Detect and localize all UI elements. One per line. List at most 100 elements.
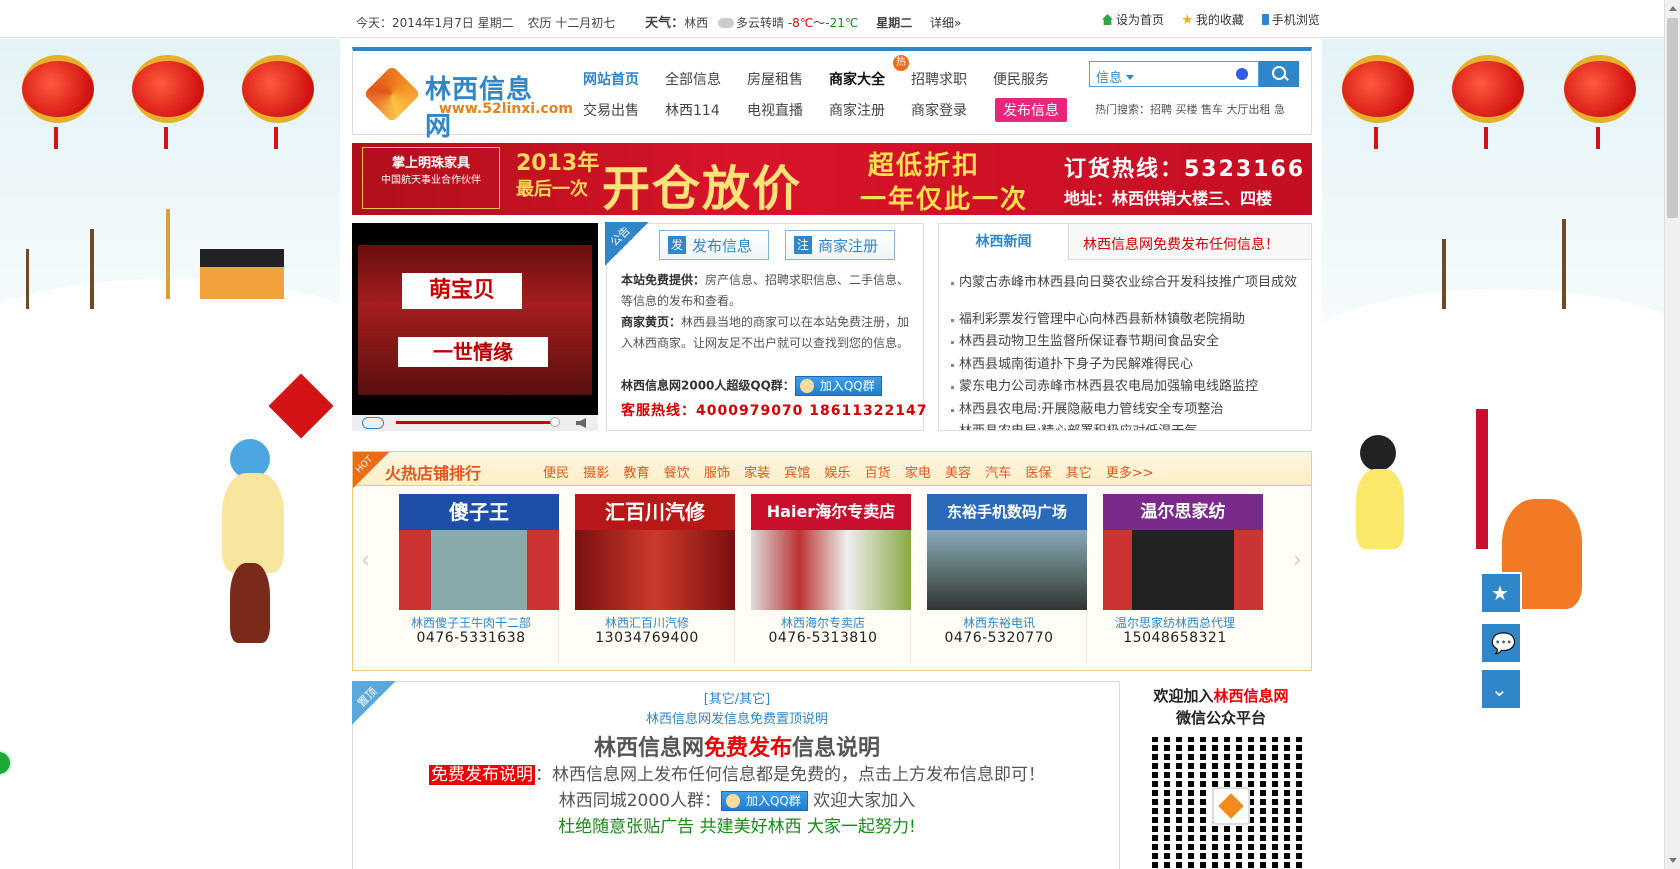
scroll-thumb[interactable] [1667,18,1678,218]
hot-shops-header: HOT 火热店铺排行 便民 摄影 教育 餐饮 服饰 家装 宾馆 娱乐 百货 家电 美容 汽车 医保 其它更… [353,452,1311,488]
category-link[interactable]: 宾馆 [784,466,810,481]
shop-photo: 温尔思家纺 [1103,494,1263,610]
qr-logo-icon [1212,787,1250,825]
publish-button[interactable]: 发布信息 [995,98,1067,122]
nav-all-info[interactable]: 全部信息 [665,69,721,89]
category-link[interactable]: 便民 [543,466,569,481]
mobile-link[interactable]: 手机浏览 [1261,13,1320,27]
site-header: 林西信息网 www.52linxi.com 网站首页 全部信息 房屋租售 商家大… [352,47,1312,142]
chevron-left-icon[interactable]: ‹ [361,548,375,578]
scroll-down-arrow-icon[interactable] [1669,858,1677,863]
news-item[interactable]: 蒙东电力公司赤峰市林西县农电局加强输电线路监控 [951,376,1311,399]
shop-name[interactable]: 林西海尔专卖店 [735,614,911,631]
shop-sign: 傻子王 [399,494,559,530]
category-link[interactable]: 百货 [865,466,891,481]
news-item[interactable]: 林西县动物卫生监督所保证春节期间食品安全 [951,331,1311,354]
category-link[interactable]: 其它 [1066,466,1092,481]
category-link[interactable]: 服饰 [704,466,730,481]
chat-bubble-icon: 💬 [1491,631,1516,655]
nav-services[interactable]: 便民服务 [993,69,1049,89]
notice-tag: 公告 [605,222,649,266]
shop-name[interactable]: 林西傻子王牛肉干二部 [383,614,559,631]
notice-yellowpages: 商家黄页：林西县当地的商家可以在本站免费注册，加入林西商家。让网友足不出户就可以… [621,312,915,354]
shop-card[interactable]: 傻子王 林西傻子王牛肉干二部 0476-5331638 [383,494,559,664]
scroll-down-button[interactable]: ⌄ [1480,668,1522,710]
search-button[interactable] [1259,61,1299,87]
nav-jobs[interactable]: 招聘求职 [911,69,967,89]
category-link[interactable]: 摄影 [583,466,609,481]
pinned-line-1: 免费发布说明 ：林西信息网上发布任何信息都是免费的，点击上方发布信息即可！ [353,760,1121,785]
set-home-link[interactable]: 设为首页 [1102,13,1164,27]
category-link[interactable]: 餐饮 [664,466,690,481]
video-player[interactable]: 萌宝贝 一世情缘 [352,223,598,431]
shop-name[interactable]: 林西东裕电讯 [911,614,1087,631]
shop-card[interactable]: 温尔思家纺 温尔思家纺林西总代理 15048658321 [1087,494,1263,664]
shop-photo: Haier海尔专卖店 [751,494,911,610]
news-item[interactable]: 福利彩票发行管理中心向林西县新林镇敬老院捐助 [951,309,1311,332]
play-button[interactable] [362,417,384,429]
nav-trade[interactable]: 交易出售 [583,100,639,120]
category-link[interactable]: 娱乐 [824,466,850,481]
shop-phone: 15048658321 [1123,630,1227,646]
shop-name[interactable]: 林西汇百川汽修 [559,614,735,631]
join-qq-button[interactable]: 加入QQ群 [794,376,882,396]
search-input[interactable]: 信息 [1089,61,1259,87]
nav-housing[interactable]: 房屋租售 [747,69,803,89]
nav-merchant-login[interactable]: 商家登录 [911,100,967,120]
message-float-button[interactable]: 💬 [1480,622,1522,664]
favorite-float-button[interactable]: ★ [1480,572,1522,614]
category-more-link[interactable]: 更多>> [1106,466,1154,481]
site-logo[interactable]: 林西信息网 www.52linxi.com [363,65,573,142]
snow-hill [0,279,380,399]
chevron-right-icon[interactable]: › [1293,548,1307,578]
nav-tv-live[interactable]: 电视直播 [747,100,803,120]
nav-merchant-register[interactable]: 商家注册 [829,100,885,120]
search-category-select[interactable]: 信息 [1096,67,1134,86]
notice-panel: 公告 发发布信息 注商家注册 本站免费提供：房产信息、招聘求职信息、二手信息、等… [605,222,926,431]
favorites-link[interactable]: 我的收藏 [1182,13,1244,27]
group-welcome: 欢迎大家加入 [807,791,916,811]
tree-icon [1442,239,1446,309]
category-link[interactable]: 汽车 [985,466,1011,481]
shop-name[interactable]: 温尔思家纺林西总代理 [1087,614,1263,631]
shop-photo: 汇百川汽修 [575,494,735,610]
news-item[interactable]: 林西县城南街道扑下身子为民解难得民心 [951,354,1311,377]
shop-card[interactable]: 汇百川汽修 林西汇百川汽修 13034769400 [559,494,735,664]
heading-post: 信息说明 [792,736,881,761]
nav-home[interactable]: 网站首页 [583,69,639,89]
tree-icon [1562,219,1566,309]
tab-linxi-news[interactable]: 林西新闻 [939,224,1069,260]
category-link[interactable]: 美容 [945,466,971,481]
category-link[interactable]: 教育 [623,466,649,481]
merchant-register-button[interactable]: 注商家注册 [785,230,895,260]
scroll-up-arrow-icon[interactable] [1669,6,1677,11]
weather-detail-link[interactable]: 详细» [930,16,961,30]
shop-sign: 温尔思家纺 [1103,494,1263,530]
progress-bar[interactable] [396,421,556,424]
nav-114[interactable]: 林西114 [665,100,720,120]
tab-free-publish[interactable]: 林西信息网免费发布任何信息！ [1083,234,1279,254]
publish-info-button[interactable]: 发发布信息 [659,230,769,260]
shop-card[interactable]: 东裕手机数码广场 林西东裕电讯 0476-5320770 [911,494,1087,664]
scrollbar[interactable] [1664,0,1680,869]
weather-city: 林西 [684,16,709,30]
join-qq-button[interactable]: 加入QQ群 [720,791,808,811]
news-item[interactable]: 林西县农电局:精心部署积极应对低温天气 [951,421,1311,430]
category-link[interactable]: 家装 [744,466,770,481]
banner-brand: 掌上明珠家具 中国航天事业合作伙伴 [362,147,500,209]
news-item[interactable]: 内蒙古赤峰市林西县向日葵农业综合开发科技推广项目成效 [951,272,1311,295]
pinned-subtitle[interactable]: 林西信息网发信息免费置顶说明 [353,708,1121,727]
category-link[interactable]: 医保 [1025,466,1051,481]
pinned-category[interactable]: [其它/其它] [353,688,1121,707]
hot-search-terms[interactable]: 招聘 买楼 售车 大厅出租 急 [1150,103,1285,116]
news-item[interactable]: 林西县农电局:开展隐蔽电力管线安全专项整治 [951,399,1311,422]
pinned-line-2: 林西同城2000人群： 加入QQ群 欢迎大家加入 [353,786,1121,811]
mobile-label: 手机浏览 [1271,13,1320,27]
nav-merchants[interactable]: 商家大全 [829,69,885,89]
merchant-register-label: 商家注册 [818,237,879,255]
progress-handle[interactable] [550,417,560,427]
category-link[interactable]: 家电 [905,466,931,481]
ad-banner[interactable]: 掌上明珠家具 中国航天事业合作伙伴 2013年 最后一次 开仓放价 超低折扣 一年仅… [352,143,1312,215]
volume-icon[interactable] [576,418,586,428]
shop-card[interactable]: Haier海尔专卖店 林西海尔专卖店 0476-5313810 [735,494,911,664]
